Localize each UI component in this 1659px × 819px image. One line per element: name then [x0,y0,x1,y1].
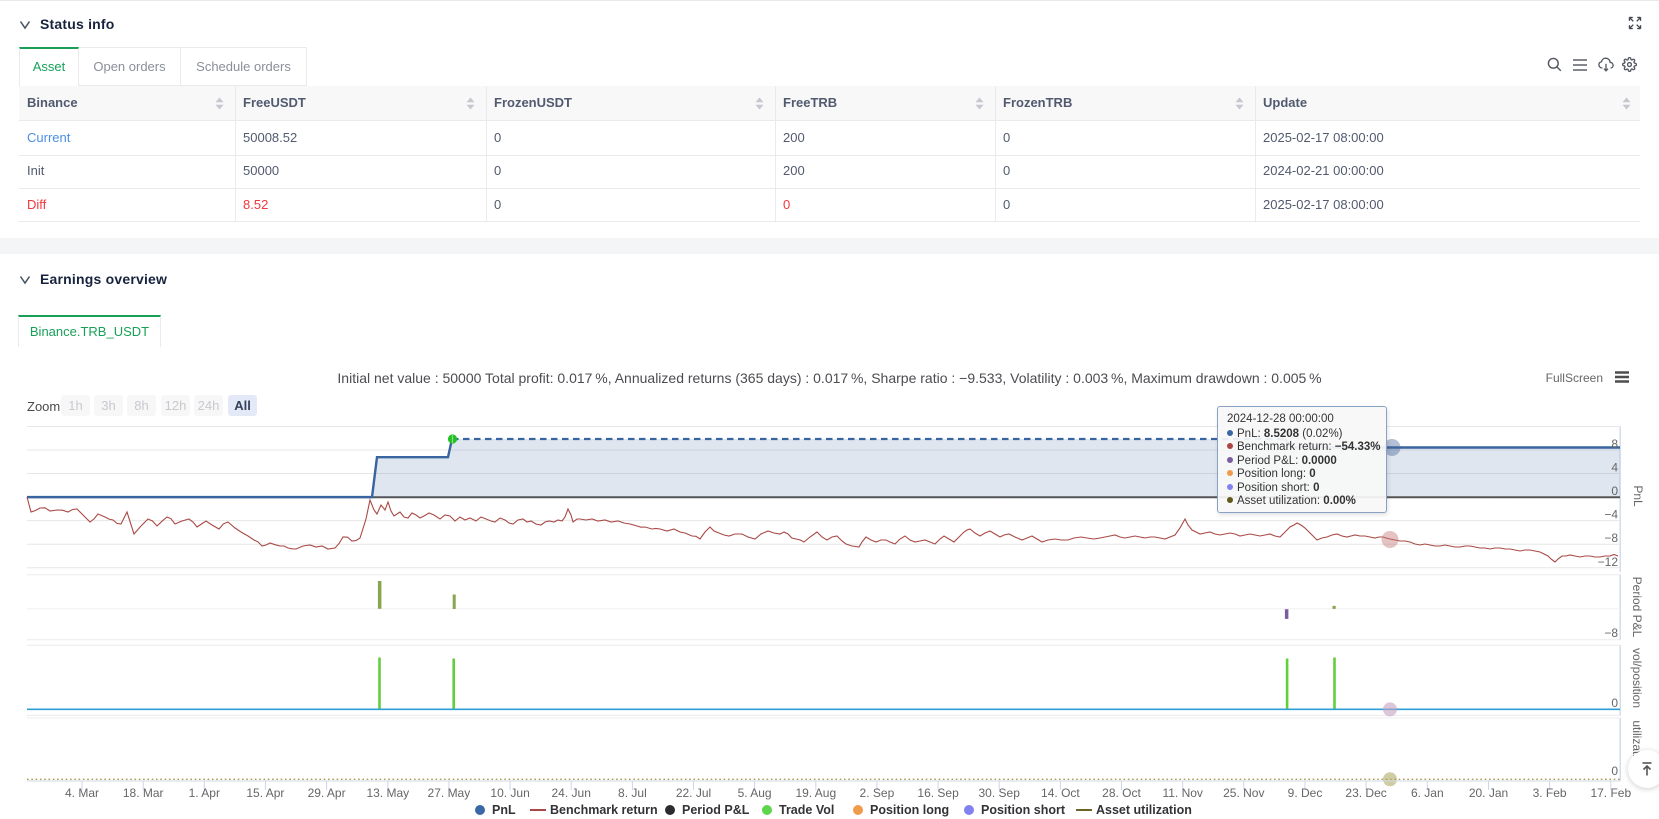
svg-text:Trade Vol: Trade Vol [779,803,834,817]
svg-text:Benchmark return: Benchmark return [550,803,658,817]
svg-text:1. Apr: 1. Apr [189,786,220,800]
svg-text:29. Apr: 29. Apr [308,786,346,800]
svg-text:vol/position: vol/position [1630,648,1644,708]
svg-text:−8: −8 [1604,531,1618,545]
svg-text:Asset utilization: Asset utilization [1096,803,1192,817]
svg-text:17. Feb: 17. Feb [1590,786,1631,800]
svg-text:5. Aug: 5. Aug [738,786,772,800]
svg-text:8: 8 [1611,437,1618,451]
svg-text:−4: −4 [1604,508,1618,522]
svg-text:PnL: PnL [492,803,516,817]
svg-text:10. Jun: 10. Jun [490,786,529,800]
svg-text:11. Nov: 11. Nov [1162,786,1202,800]
svg-text:16. Sep: 16. Sep [917,786,959,800]
svg-text:30. Sep: 30. Sep [979,786,1021,800]
svg-text:28. Oct: 28. Oct [1102,786,1141,800]
svg-text:19. Aug: 19. Aug [795,786,836,800]
svg-text:25. Nov: 25. Nov [1223,786,1264,800]
svg-text:Position long: Position long [870,803,949,817]
svg-text:Period P&L: Period P&L [682,803,750,817]
svg-text:9. Dec: 9. Dec [1288,786,1323,800]
svg-text:0: 0 [1611,696,1618,710]
svg-text:15. Apr: 15. Apr [246,786,284,800]
svg-text:8. Jul: 8. Jul [618,786,647,800]
svg-text:−8: −8 [1604,626,1618,640]
svg-text:Period P&L: Period P&L [1630,577,1644,638]
svg-text:3. Feb: 3. Feb [1533,786,1567,800]
svg-text:18. Mar: 18. Mar [123,786,164,800]
svg-text:4: 4 [1611,461,1618,475]
svg-text:6. Jan: 6. Jan [1411,786,1444,800]
svg-text:2. Sep: 2. Sep [860,786,895,800]
svg-text:24. Jun: 24. Jun [552,786,591,800]
svg-text:−12: −12 [1598,555,1619,569]
svg-text:4. Mar: 4. Mar [65,786,99,800]
svg-text:14. Oct: 14. Oct [1041,786,1080,800]
svg-text:23. Dec: 23. Dec [1345,786,1386,800]
svg-text:22. Jul: 22. Jul [676,786,711,800]
svg-text:13. May: 13. May [366,786,409,800]
svg-text:Position short: Position short [981,803,1066,817]
svg-text:0: 0 [1611,764,1618,778]
svg-text:PnL: PnL [1631,485,1645,507]
svg-text:27. May: 27. May [428,786,471,800]
svg-text:20. Jan: 20. Jan [1469,786,1508,800]
svg-text:0: 0 [1611,484,1618,498]
